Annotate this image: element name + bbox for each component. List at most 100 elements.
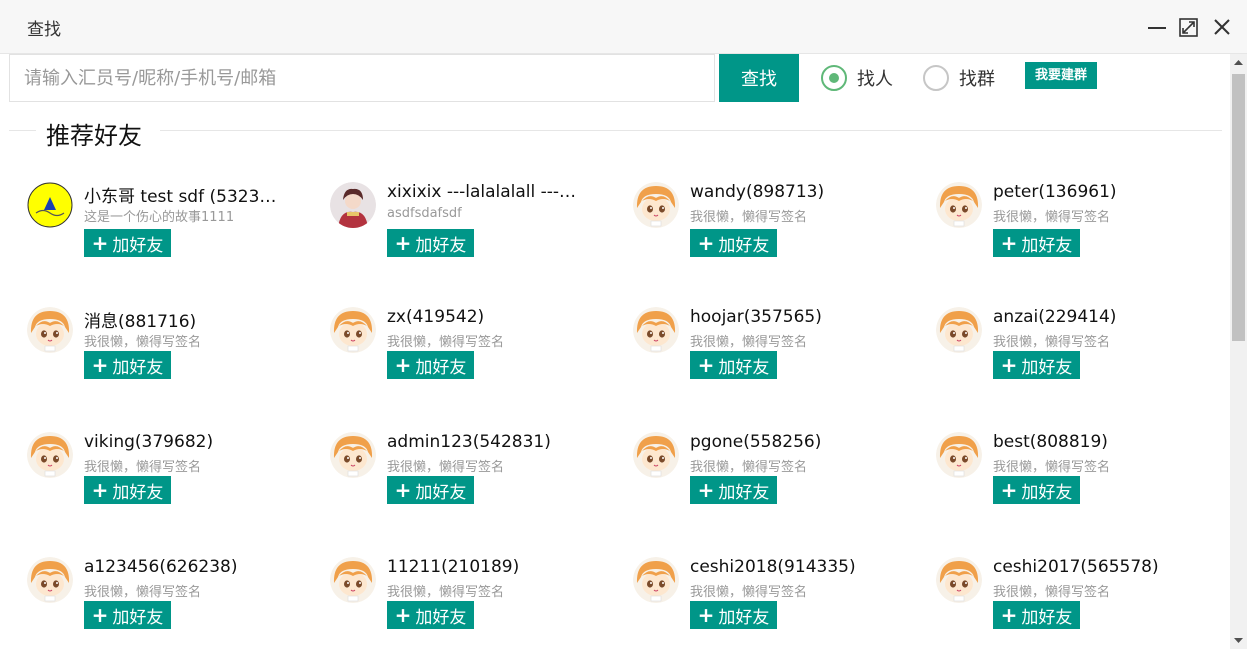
add-friend-button[interactable]: + 加好友 (993, 351, 1080, 379)
add-friend-button[interactable]: + 加好友 (690, 601, 777, 629)
friend-name[interactable]: pgone(558256) (690, 432, 821, 452)
friend-card: xixixix ---lalalalall ---sdfsdf(111111) a… (330, 182, 610, 282)
default-cartoon-avatar-icon[interactable] (330, 557, 376, 603)
add-friend-label: 加好友 (718, 357, 770, 378)
friend-card: hoojar(357565) 我很懒，懒得写签名 + 加好友 (633, 307, 913, 407)
add-friend-label: 加好友 (112, 235, 164, 256)
anime-girl-avatar-icon[interactable] (330, 182, 376, 228)
search-input[interactable] (9, 54, 715, 102)
friend-signature: 我很懒，懒得写签名 (387, 585, 505, 600)
friend-name[interactable]: ceshi2017(565578) (993, 557, 1159, 577)
add-friend-label: 加好友 (1021, 357, 1073, 378)
plus-icon: + (1000, 478, 1018, 502)
default-cartoon-avatar-icon[interactable] (936, 182, 982, 228)
section-title: 推荐好友 (46, 122, 142, 150)
friend-signature: 我很懒，懒得写签名 (84, 335, 202, 350)
friend-name[interactable]: best(808819) (993, 432, 1108, 452)
friend-card: ceshi2017(565578) 我很懒，懒得写签名 + 加好友 (936, 557, 1216, 649)
friend-name[interactable]: zx(419542) (387, 307, 484, 327)
minimize-icon[interactable] (1146, 16, 1168, 38)
default-cartoon-avatar-icon[interactable] (27, 307, 73, 353)
add-friend-button[interactable]: + 加好友 (84, 476, 171, 504)
default-cartoon-avatar-icon[interactable] (633, 432, 679, 478)
friend-signature: 我很懒，懒得写签名 (993, 460, 1111, 475)
add-friend-button[interactable]: + 加好友 (993, 229, 1080, 257)
add-friend-button[interactable]: + 加好友 (690, 229, 777, 257)
default-cartoon-avatar-icon[interactable] (27, 557, 73, 603)
add-friend-button[interactable]: + 加好友 (84, 351, 171, 379)
default-cartoon-avatar-icon[interactable] (936, 432, 982, 478)
search-button[interactable]: 查找 (719, 54, 799, 102)
friend-signature: 我很懒，懒得写签名 (993, 585, 1111, 600)
friend-card: ceshi2018(914335) 我很懒，懒得写签名 + 加好友 (633, 557, 913, 649)
default-cartoon-avatar-icon[interactable] (633, 182, 679, 228)
default-cartoon-avatar-icon[interactable] (633, 307, 679, 353)
friend-name[interactable]: hoojar(357565) (690, 307, 822, 327)
friend-card: anzai(229414) 我很懒，懒得写签名 + 加好友 (936, 307, 1216, 407)
friend-signature: 我很懒，懒得写签名 (690, 335, 808, 350)
add-friend-label: 加好友 (1021, 235, 1073, 256)
plus-icon: + (91, 353, 109, 377)
friend-signature: 我很懒，懒得写签名 (690, 585, 808, 600)
title-bar: 查找 (0, 0, 1247, 54)
radio-find-user[interactable]: 找人 (821, 64, 893, 92)
scroll-up-arrow-icon[interactable] (1230, 54, 1247, 71)
add-friend-button[interactable]: + 加好友 (690, 351, 777, 379)
friend-signature: 我很懒，懒得写签名 (993, 335, 1111, 350)
friend-name[interactable]: 消息(881716) (84, 307, 196, 332)
friend-name[interactable]: xixixix ---lalalalall ---sdfsdf(111111) (387, 182, 582, 202)
add-friend-button[interactable]: + 加好友 (387, 601, 474, 629)
radio-unchecked-icon (923, 65, 949, 91)
friend-name[interactable]: ceshi2018(914335) (690, 557, 856, 577)
friend-name[interactable]: admin123(542831) (387, 432, 551, 452)
maximize-icon[interactable] (1178, 16, 1200, 38)
add-friend-button[interactable]: + 加好友 (690, 476, 777, 504)
plus-icon: + (394, 603, 412, 627)
friend-name[interactable]: viking(379682) (84, 432, 213, 452)
add-friend-button[interactable]: + 加好友 (387, 476, 474, 504)
default-cartoon-avatar-icon[interactable] (936, 307, 982, 353)
yellow-face-avatar-icon[interactable] (27, 182, 73, 228)
add-friend-button[interactable]: + 加好友 (993, 601, 1080, 629)
plus-icon: + (697, 231, 715, 255)
friend-card: 小东哥 test sdf (532328) 这是一个伤心的故事1111 + 加好友 (27, 182, 307, 282)
add-friend-button[interactable]: + 加好友 (387, 351, 474, 379)
default-cartoon-avatar-icon[interactable] (936, 557, 982, 603)
friend-name[interactable]: wandy(898713) (690, 182, 824, 202)
friend-name[interactable]: anzai(229414) (993, 307, 1116, 327)
create-group-button[interactable]: 我要建群 (1025, 62, 1097, 89)
friend-name[interactable]: 小东哥 test sdf (532328) (84, 182, 279, 207)
default-cartoon-avatar-icon[interactable] (27, 432, 73, 478)
friend-card: zx(419542) 我很懒，懒得写签名 + 加好友 (330, 307, 610, 407)
plus-icon: + (394, 231, 412, 255)
friend-signature: 我很懒，懒得写签名 (690, 210, 808, 225)
radio-find-group[interactable]: 找群 (923, 64, 995, 92)
plus-icon: + (394, 478, 412, 502)
close-icon[interactable] (1211, 16, 1233, 38)
add-friend-button[interactable]: + 加好友 (387, 229, 474, 257)
add-friend-label: 加好友 (1021, 607, 1073, 628)
add-friend-button[interactable]: + 加好友 (993, 476, 1080, 504)
vertical-scrollbar[interactable] (1230, 54, 1247, 649)
add-friend-label: 加好友 (1021, 482, 1073, 503)
scroll-down-arrow-icon[interactable] (1230, 632, 1247, 649)
add-friend-button[interactable]: + 加好友 (84, 229, 171, 257)
plus-icon: + (697, 353, 715, 377)
friend-name[interactable]: 11211(210189) (387, 557, 519, 577)
friend-name[interactable]: a123456(626238) (84, 557, 237, 577)
friend-name[interactable]: peter(136961) (993, 182, 1117, 202)
scrollbar-thumb[interactable] (1232, 74, 1245, 341)
friend-signature: 我很懒，懒得写签名 (84, 585, 202, 600)
default-cartoon-avatar-icon[interactable] (330, 307, 376, 353)
friend-card: 11211(210189) 我很懒，懒得写签名 + 加好友 (330, 557, 610, 649)
plus-icon: + (1000, 231, 1018, 255)
default-cartoon-avatar-icon[interactable] (633, 557, 679, 603)
add-friend-button[interactable]: + 加好友 (84, 601, 171, 629)
add-friend-label: 加好友 (112, 482, 164, 503)
friend-card: best(808819) 我很懒，懒得写签名 + 加好友 (936, 432, 1216, 532)
add-friend-label: 加好友 (718, 235, 770, 256)
divider (160, 130, 1222, 131)
friend-card: viking(379682) 我很懒，懒得写签名 + 加好友 (27, 432, 307, 532)
plus-icon: + (1000, 353, 1018, 377)
default-cartoon-avatar-icon[interactable] (330, 432, 376, 478)
